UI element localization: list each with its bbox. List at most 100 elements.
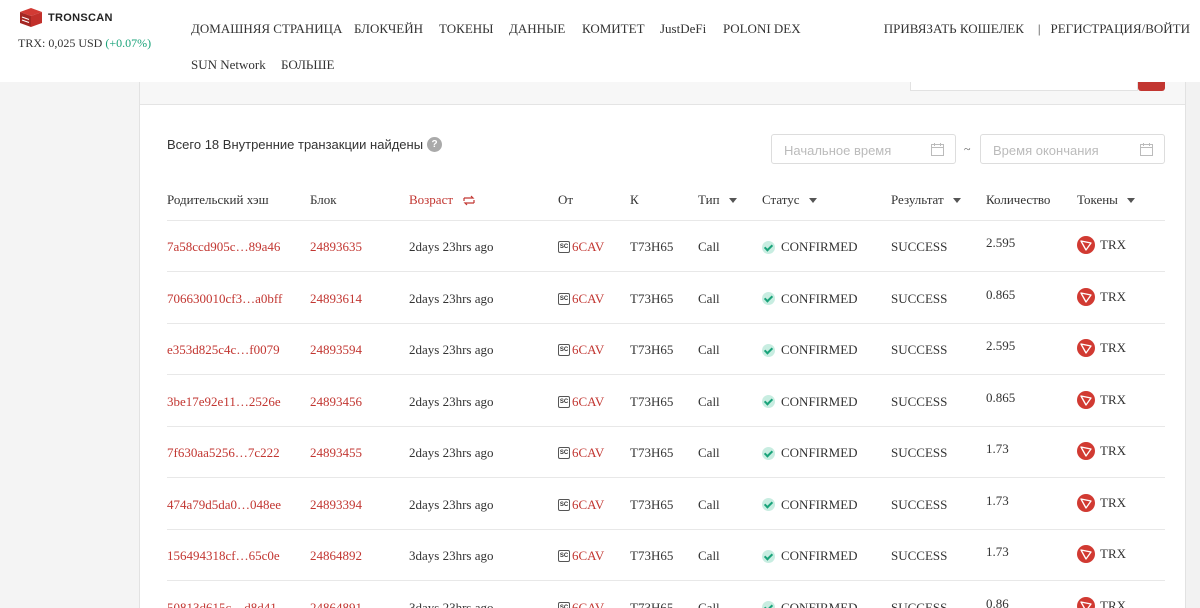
from-address-link[interactable]: SC 6CAV [558,342,604,358]
status-badge: CONFIRMED [762,394,858,410]
from-address-link[interactable]: SC 6CAV [558,600,604,608]
token-cell[interactable]: TRX [1077,545,1126,563]
search-button[interactable] [1138,82,1165,91]
parent-hash-link[interactable]: 7f630aa5256…7c222 [167,445,280,461]
tronscan-logo-icon [20,8,42,27]
nav-committee[interactable]: КОМИТЕТ [582,21,645,37]
sort-toggle-icon[interactable] [463,195,475,206]
amount-text: 2.595 [986,235,1016,250]
to-address-text[interactable]: T73H65 [630,600,673,608]
search-input[interactable] [910,82,1138,91]
nav-more[interactable]: БОЛЬШЕ [281,57,334,73]
from-address-link[interactable]: SC 6CAV [558,239,604,255]
contract-icon: SC [558,395,570,408]
parent-hash-link[interactable]: 156494318cf…65c0e [167,548,280,564]
contract-icon: SC [558,447,570,459]
end-time-input[interactable]: Время окончания [980,134,1165,164]
token-cell[interactable]: TRX [1077,390,1126,409]
to-address-text[interactable]: T73H65 [630,394,673,410]
parent-hash-link[interactable]: 706630010cf3…a0bff [167,291,282,307]
to-address-text[interactable]: T73H65 [630,239,673,255]
parent-hash-link[interactable]: 474a79d5da0…048ee [167,497,281,513]
column-header-tokens[interactable]: Токены [1077,192,1135,208]
block-link[interactable]: 24893456 [310,394,362,410]
block-link[interactable]: 24864892 [310,548,362,564]
age-text: 2days 23hrs ago [409,393,494,409]
column-label: От [558,192,574,207]
column-header-from: От [558,192,573,208]
column-header-result[interactable]: Результат [891,192,961,208]
from-address-link[interactable]: SC 6CAV [558,548,604,564]
age-text: 2days 23hrs ago [409,496,494,512]
check-circle-icon [762,446,775,460]
result-text: SUCCESS [891,342,948,357]
nav-poloni-dex[interactable]: POLONI DEX [723,21,801,37]
column-header-status[interactable]: Статус [762,192,817,208]
nav-blockchain[interactable]: БЛОКЧЕЙН [354,21,423,37]
block-link[interactable]: 24893635 [310,239,362,255]
parent-hash-link[interactable]: e353d825c4c…f0079 [167,342,280,358]
to-address-text[interactable]: T73H65 [630,445,673,461]
age-text: 2days 23hrs ago [409,290,494,306]
amount-text: 0.86 [986,595,1009,608]
column-header-block: Блок [310,192,337,208]
column-label: Блок [310,192,337,207]
block-link[interactable]: 24893455 [310,445,362,461]
start-time-input[interactable]: Начальное время [771,134,956,164]
column-header-type[interactable]: Тип [698,192,737,208]
from-address-text: 6CAV [572,393,605,409]
nav-sun-network[interactable]: SUN Network [191,57,266,73]
token-cell[interactable]: TRX [1077,287,1126,306]
connect-wallet-link[interactable]: ПРИВЯЗАТЬ КОШЕЛЕК [884,21,1024,36]
card-top-bar [140,82,1185,105]
amount-text: 0.865 [986,286,1016,302]
block-link[interactable]: 24893614 [310,291,362,307]
header-separator: | [1037,21,1041,36]
to-address-text[interactable]: T73H65 [630,548,673,564]
header-actions: ПРИВЯЗАТЬ КОШЕЛЕК | РЕГИСТРАЦИЯ/ВОЙТИ [884,21,1190,37]
from-address-text: 6CAV [572,548,605,563]
nav-home[interactable]: ДОМАШНЯЯ СТРАНИЦА [191,21,342,37]
contract-icon: SC [558,292,570,305]
from-address-link[interactable]: SC 6CAV [558,445,604,461]
nav-justdefi[interactable]: JustDeFi [660,21,706,37]
token-cell[interactable]: TRX [1077,596,1126,608]
register-login-link[interactable]: РЕГИСТРАЦИЯ/ВОЙТИ [1051,21,1190,36]
nav-data[interactable]: ДАННЫЕ [509,21,565,37]
status-text: CONFIRMED [781,393,858,409]
parent-hash-link[interactable]: 7a58ccd905c…89a46 [167,239,280,255]
type-text: Call [698,496,720,512]
from-address-link[interactable]: SC 6CAV [558,497,604,513]
chevron-down-icon [952,197,961,203]
age-text: 3days 23hrs ago [409,548,494,563]
block-link[interactable]: 24893394 [310,497,362,513]
help-icon[interactable]: ? [427,137,443,152]
token-cell[interactable]: TRX [1077,442,1126,460]
from-address-text: 6CAV [572,599,605,608]
trx-token-icon [1077,236,1095,254]
column-label: Тип [698,192,720,207]
age-text: 3days 23hrs ago [409,599,494,608]
to-address-text[interactable]: T73H65 [630,497,673,513]
result-text: SUCCESS [891,548,948,563]
type-text: Call [698,445,720,460]
token-name: TRX [1100,546,1126,561]
parent-hash-link[interactable]: 3be17e92e11…2526e [167,394,281,410]
to-address-text[interactable]: T73H65 [630,291,673,307]
token-cell[interactable]: TRX [1077,236,1126,254]
to-address-text[interactable]: T73H65 [630,342,673,358]
token-cell[interactable]: TRX [1077,339,1126,357]
block-link[interactable]: 24864891 [310,600,362,608]
block-link[interactable]: 24893594 [310,342,362,358]
brand-name: TRONSCAN [48,12,113,24]
from-address-link[interactable]: SC 6CAV [558,291,604,307]
top-header: TRONSCAN TRX: 0,025 USD (+0.07%) ДОМАШНЯЯ… [0,0,1200,82]
result-text: SUCCESS [891,393,948,409]
token-cell[interactable]: TRX [1077,493,1126,512]
tronscan-logo[interactable]: TRONSCAN [18,8,113,28]
nav-tokens[interactable]: ТОКЕНЫ [439,21,494,37]
from-address-link[interactable]: SC 6CAV [558,394,604,410]
column-header-age[interactable]: Возраст [409,192,475,208]
parent-hash-link[interactable]: 50813d615c…d8d41 [167,600,277,608]
table-row: 3be17e92e11…2526e 24893456 2days 23hrs ago… [140,376,1185,427]
